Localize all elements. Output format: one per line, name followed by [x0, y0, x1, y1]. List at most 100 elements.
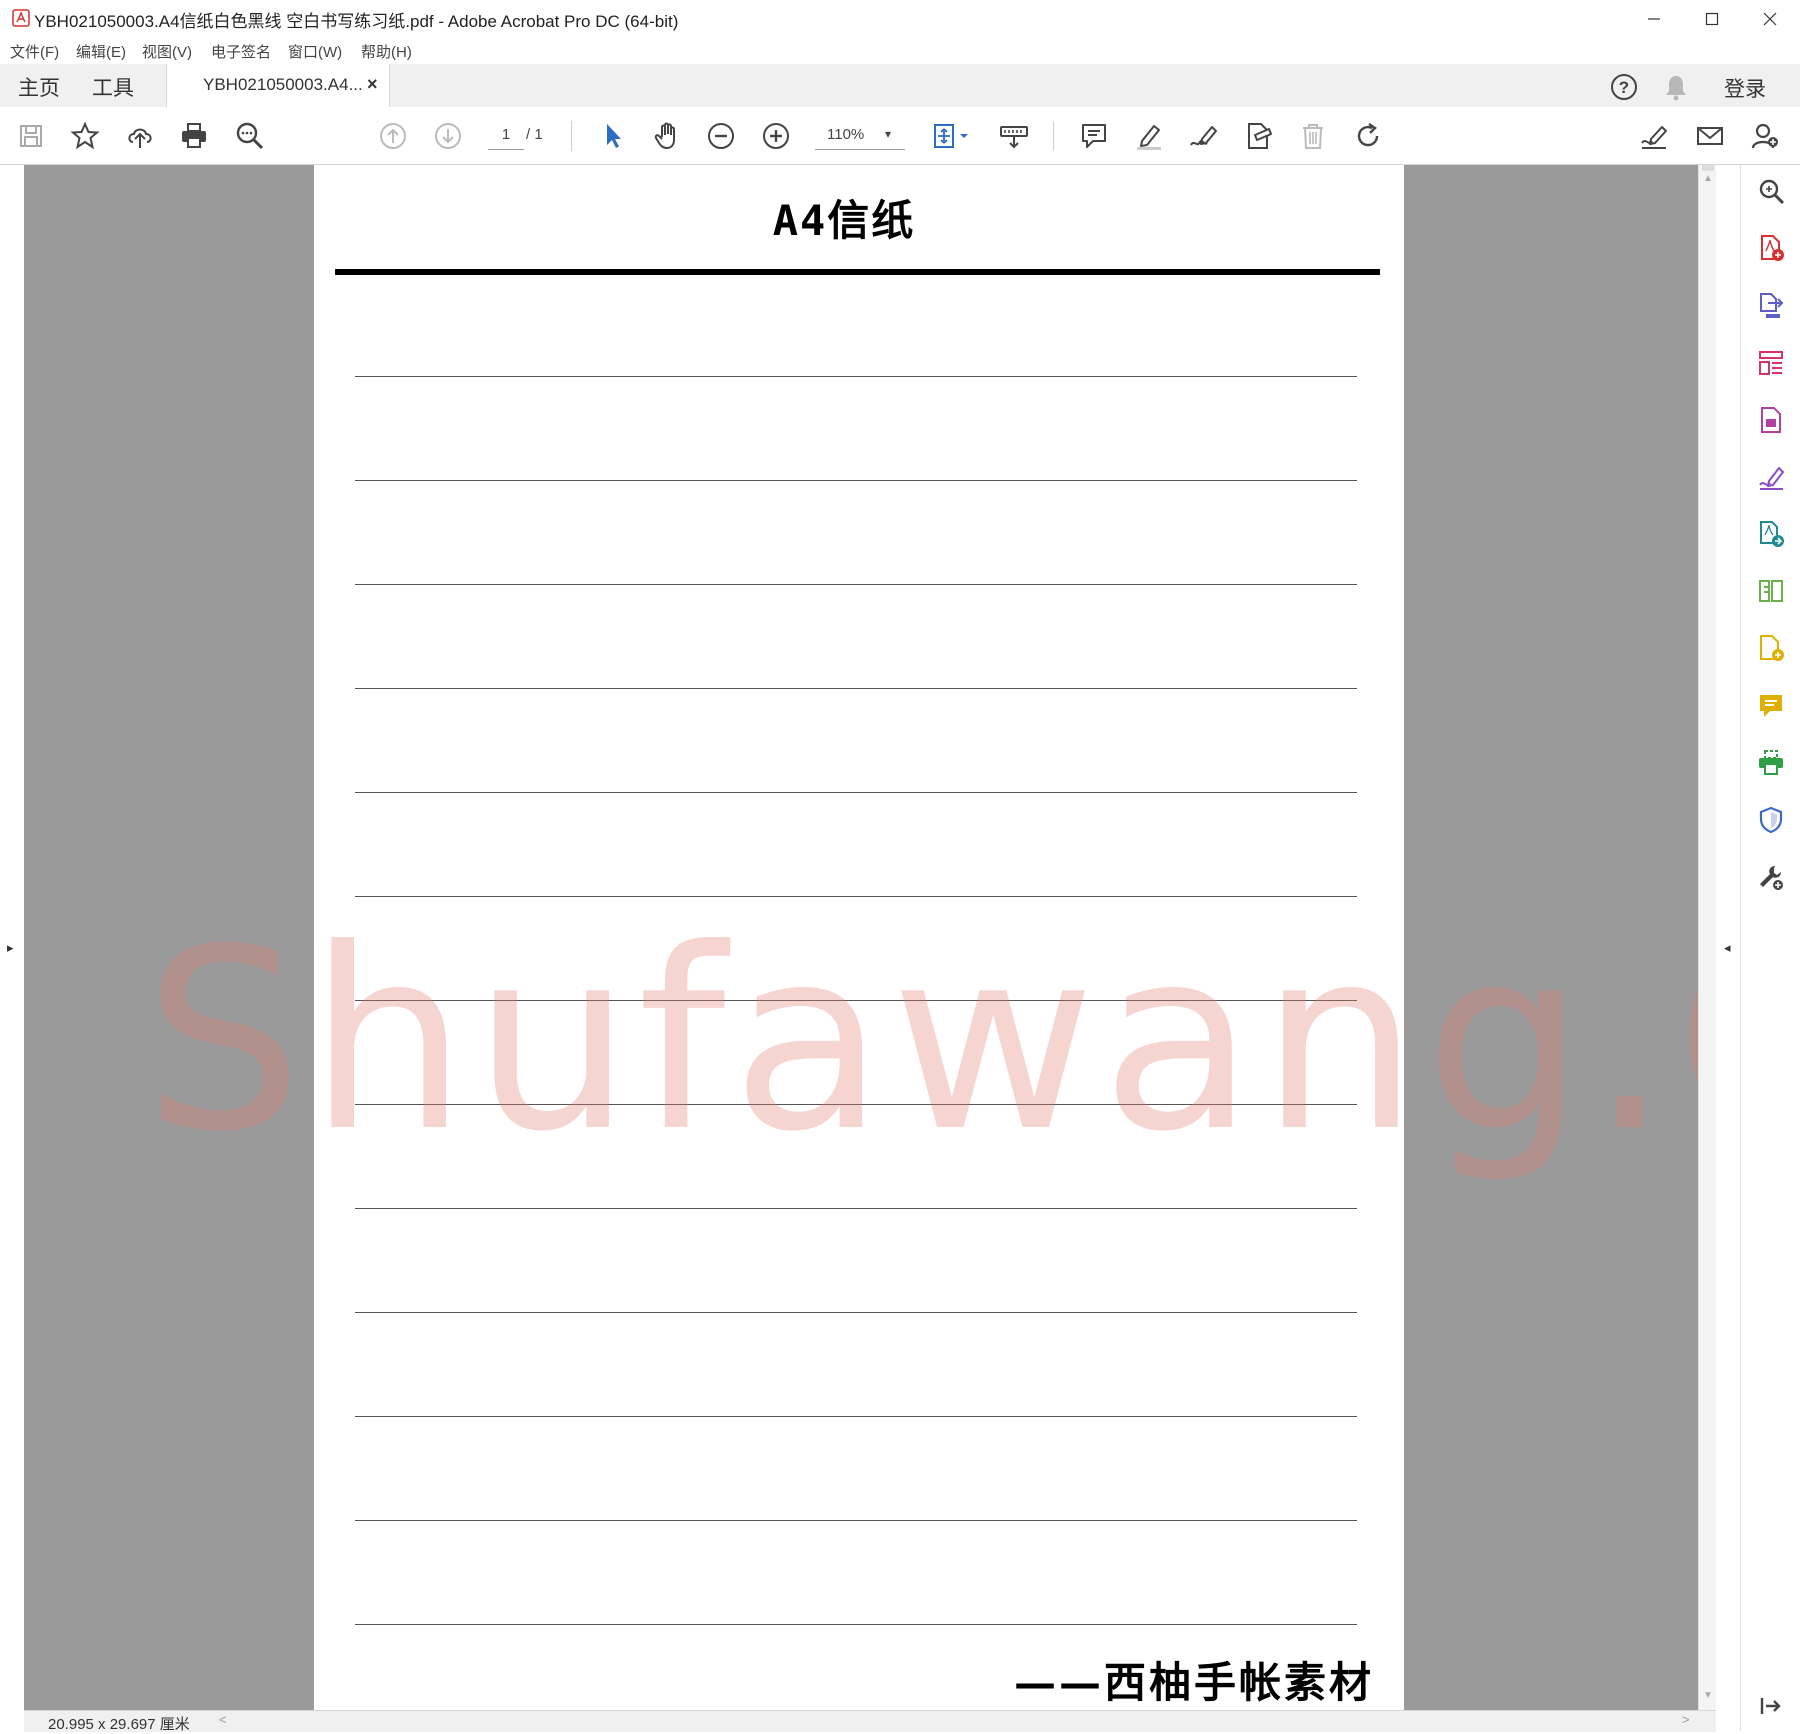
menu-help[interactable]: 帮助(H) [361, 41, 412, 62]
ruled-line [355, 1624, 1357, 1625]
find-button[interactable] [233, 119, 267, 153]
collapse-pane-icon [1760, 1698, 1781, 1714]
hand-tool-button[interactable] [650, 119, 684, 153]
stamp-button[interactable] [1241, 119, 1275, 153]
fill-sign-icon [1759, 467, 1784, 490]
zoom-level-select[interactable]: 110% ▾ [815, 121, 905, 150]
menu-file[interactable]: 文件(F) [10, 41, 59, 62]
tool-print-production[interactable] [1756, 748, 1786, 778]
fit-page-icon [934, 124, 968, 148]
zoom-in-button[interactable] [759, 119, 793, 153]
protect-icon [1759, 806, 1783, 834]
print-icon [182, 123, 206, 148]
chevron-down-icon: ▾ [885, 127, 892, 141]
scrollbar-thumb[interactable] [1702, 165, 1714, 171]
fit-page-button[interactable] [930, 119, 974, 153]
tool-edit-pdf[interactable] [1756, 405, 1786, 435]
collapse-tools-pane[interactable] [1756, 1691, 1786, 1721]
scroll-down-icon[interactable]: ▼ [1703, 1690, 1713, 1701]
menu-esign[interactable]: 电子签名 [211, 41, 271, 62]
previous-page-button[interactable] [376, 119, 410, 153]
create-pdf-icon [1761, 235, 1784, 261]
ruled-line [355, 792, 1357, 793]
print-production-icon [1759, 750, 1783, 775]
menu-view[interactable]: 视图(V) [142, 41, 192, 62]
save-icon [20, 125, 42, 147]
acrobat-app-icon [12, 9, 30, 27]
comment-button[interactable] [1077, 119, 1111, 153]
scroll-left-icon[interactable]: < [219, 1712, 227, 1727]
document-tab-label: YBH021050003.A4... [203, 75, 363, 94]
collapse-right-panel-icon[interactable]: ◂ [1724, 940, 1731, 956]
tab-tools[interactable]: 工具 [92, 72, 134, 102]
tab-home[interactable]: 主页 [18, 72, 60, 102]
tool-export-stamp[interactable] [1756, 633, 1786, 663]
add-user-icon [1751, 123, 1778, 149]
help-icon[interactable]: ? [1610, 73, 1638, 101]
tool-compare[interactable] [1756, 576, 1786, 606]
save-button[interactable] [14, 119, 48, 153]
close-tab-icon[interactable]: × [367, 74, 378, 95]
expand-left-panel-icon[interactable]: ▸ [7, 940, 14, 956]
title-bar: YBH021050003.A4信纸白色黑线 空白书写练习纸.pdf - Adob… [0, 0, 1800, 38]
next-page-button[interactable] [431, 119, 465, 153]
tab-document[interactable]: YBH021050003.A4... × [166, 64, 390, 108]
page-number-input[interactable]: 1 [488, 121, 524, 150]
scroll-up-icon[interactable]: ▲ [1703, 173, 1713, 184]
arrow-down-circle-icon [435, 123, 461, 149]
tab-bar: 主页 工具 YBH021050003.A4... × ? 登录 [0, 64, 1800, 108]
maximize-icon [1705, 12, 1719, 25]
close-icon [1763, 12, 1777, 25]
close-window-button[interactable] [1742, 0, 1798, 37]
minimize-button[interactable] [1626, 0, 1682, 37]
tool-organize-pages[interactable] [1756, 348, 1786, 378]
maximize-button[interactable] [1684, 0, 1740, 37]
upload-cloud-button[interactable] [123, 119, 157, 153]
combine-files-icon [1760, 521, 1784, 547]
rotate-button[interactable] [1351, 119, 1385, 153]
tool-more-tools[interactable] [1756, 862, 1786, 892]
ruled-line [355, 1208, 1357, 1209]
keyboard-icon [1000, 126, 1028, 149]
tool-create-pdf[interactable] [1756, 233, 1786, 263]
select-tool-button[interactable] [596, 119, 630, 153]
edit-pdf-icon [1761, 407, 1781, 433]
share-user-button[interactable] [1748, 119, 1782, 153]
keyboard-tool-button[interactable] [997, 119, 1031, 153]
ruled-line [355, 1312, 1357, 1313]
status-bar: 20.995 x 29.697 厘米 < > [24, 1710, 1716, 1733]
login-link[interactable]: 登录 [1724, 73, 1766, 103]
document-canvas[interactable]: A4信纸 ——西柚手帐素材 Shufawang.CN [24, 165, 1698, 1710]
left-panel-strip: ▸ [0, 165, 25, 1710]
zoom-out-icon [708, 123, 734, 149]
signature-text: ——西柚手帐素材 [1014, 1658, 1375, 1707]
mail-icon [1697, 127, 1723, 145]
stamp-icon [1248, 123, 1272, 149]
sign-button[interactable] [1637, 119, 1671, 153]
delete-button[interactable] [1296, 119, 1330, 153]
notification-bell-icon[interactable] [1663, 73, 1689, 101]
print-button[interactable] [177, 119, 211, 153]
arrow-up-circle-icon [380, 123, 406, 149]
tool-enhance-scan[interactable] [1756, 176, 1786, 206]
compare-icon [1759, 580, 1783, 602]
vertical-scrollbar[interactable]: ▲ ▼ [1698, 165, 1717, 1710]
menu-window[interactable]: 窗口(W) [288, 41, 342, 62]
highlighter-icon [1137, 125, 1161, 150]
tool-combine-files[interactable] [1756, 519, 1786, 549]
menu-bar: 文件(F) 编辑(E) 视图(V) 电子签名 窗口(W) 帮助(H) [0, 37, 1800, 64]
draw-button[interactable] [1186, 119, 1220, 153]
ruled-line [355, 584, 1357, 585]
tool-fill-sign[interactable] [1756, 462, 1786, 492]
menu-edit[interactable]: 编辑(E) [76, 41, 126, 62]
tool-comment[interactable] [1756, 691, 1786, 721]
tool-export-pdf[interactable] [1756, 290, 1786, 320]
organize-pages-icon [1759, 351, 1783, 375]
bookmark-button[interactable] [68, 119, 102, 153]
scroll-right-icon[interactable]: > [1682, 1712, 1690, 1727]
toolbar: 1 / 1 110% ▾ [0, 107, 1800, 165]
email-button[interactable] [1693, 119, 1727, 153]
highlight-button[interactable] [1132, 119, 1166, 153]
tool-protect[interactable] [1756, 805, 1786, 835]
zoom-out-button[interactable] [704, 119, 738, 153]
